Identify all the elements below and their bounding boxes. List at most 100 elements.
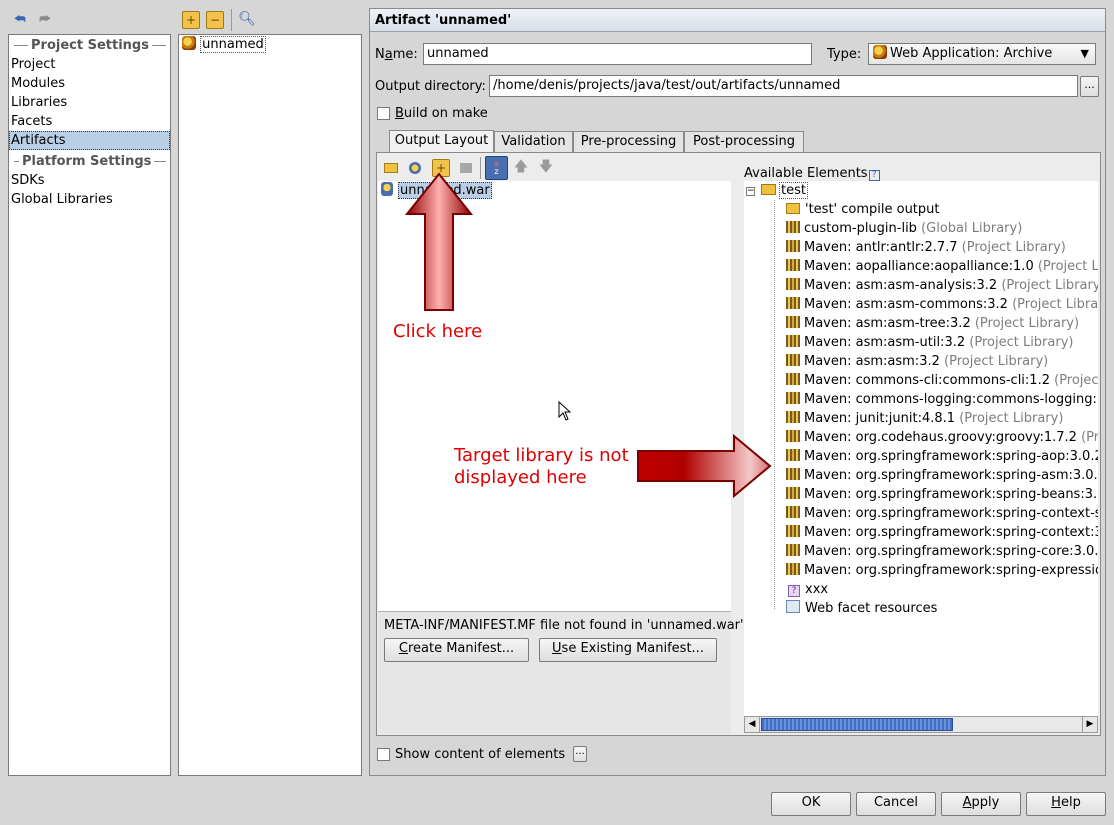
show-content-label[interactable]: Show content of elements xyxy=(395,747,565,763)
available-item[interactable]: Maven: asm:asm-analysis:3.2 (Project Lib… xyxy=(786,276,1098,295)
nav-item-facets[interactable]: Facets xyxy=(9,112,170,131)
nav-item-libraries[interactable]: Libraries xyxy=(9,93,170,112)
nav-item-global-libraries[interactable]: Global Libraries xyxy=(9,190,170,209)
available-item[interactable]: Maven: commons-cli:commons-cli:1.2 (Proj… xyxy=(786,371,1098,390)
available-item[interactable]: Maven: antlr:antlr:2.7.7 (Project Librar… xyxy=(786,238,1066,257)
new-folder-icon[interactable] xyxy=(382,159,400,177)
available-item[interactable]: Maven: org.codehaus.groovy:groovy:1.7.2 … xyxy=(786,428,1098,447)
add-icon[interactable]: + xyxy=(182,11,200,29)
remove-icon[interactable]: − xyxy=(206,11,224,29)
tab-output-layout[interactable]: Output Layout xyxy=(389,130,494,152)
name-label: Name: xyxy=(375,47,418,62)
library-icon xyxy=(786,316,800,328)
module-folder-icon xyxy=(761,184,776,195)
tab-validation[interactable]: Validation xyxy=(494,131,573,152)
chevron-down-icon: ▼ xyxy=(1080,47,1089,60)
library-icon xyxy=(786,430,800,442)
available-item[interactable]: Maven: org.springframework:spring-contex… xyxy=(786,523,1098,542)
click-here-annotation: Click here xyxy=(393,321,483,342)
nav-item-modules[interactable]: Modules xyxy=(9,74,170,93)
war-file-icon xyxy=(381,182,393,196)
available-item[interactable]: custom-plugin-lib (Global Library) xyxy=(786,219,1022,238)
library-icon xyxy=(786,487,800,499)
available-item[interactable]: Maven: commons-logging:commons-logging:1… xyxy=(786,390,1098,409)
tab-pre-processing[interactable]: Pre-processing xyxy=(573,131,684,152)
artifact-list-item-label: unnamed xyxy=(200,36,266,53)
available-elements-scrollbar[interactable]: ◀ ▶ xyxy=(744,716,1098,733)
available-item[interactable]: ? xxx xyxy=(788,580,828,599)
library-icon xyxy=(786,411,800,423)
library-icon xyxy=(786,354,800,366)
sort-alpha-icon[interactable]: az xyxy=(485,156,508,180)
library-icon xyxy=(786,240,800,252)
available-item[interactable]: Maven: aopalliance:aopalliance:1.0 (Proj… xyxy=(786,257,1098,276)
library-icon xyxy=(786,449,800,461)
output-dir-label: Output directory: xyxy=(375,79,486,94)
artifact-list-item[interactable]: unnamed xyxy=(182,36,266,54)
available-item[interactable]: Maven: asm:asm-commons:3.2 (Project Libr… xyxy=(786,295,1098,314)
library-icon xyxy=(786,373,800,385)
available-elements-label: Available Elements? xyxy=(744,166,880,182)
type-dropdown[interactable]: Web Application: Archive ▼ xyxy=(868,43,1096,65)
use-existing-manifest-button[interactable]: Use Existing Manifest... xyxy=(539,638,717,662)
tab-post-processing[interactable]: Post-processing xyxy=(684,131,804,152)
forward-arrow-icon[interactable]: ⮫ xyxy=(36,10,54,28)
apply-button[interactable]: Apply xyxy=(941,792,1021,816)
output-dir-browse-button[interactable]: ... xyxy=(1080,76,1099,97)
name-field[interactable]: unnamed xyxy=(423,43,812,65)
help-button[interactable]: Help xyxy=(1026,792,1106,816)
available-item[interactable]: Maven: asm:asm-util:3.2 (Project Library… xyxy=(786,333,1073,352)
search-icon[interactable]: 🔍︎ xyxy=(238,10,256,28)
tree-guide-line xyxy=(774,200,775,609)
library-icon xyxy=(786,335,800,347)
platform-settings-header: Platform Settings xyxy=(11,153,169,169)
move-down-icon: 🡇 xyxy=(538,159,554,175)
library-icon xyxy=(786,506,800,518)
nav-item-project[interactable]: Project xyxy=(9,55,170,74)
web-app-icon xyxy=(873,45,887,59)
library-icon xyxy=(786,468,800,480)
available-item[interactable]: Web facet resources xyxy=(786,599,937,618)
scrollbar-thumb[interactable] xyxy=(761,718,953,731)
compile-output-folder-icon xyxy=(786,203,800,214)
layout-toolbar-separator xyxy=(480,157,481,179)
available-item[interactable]: Maven: org.springframework:spring-core:3… xyxy=(786,542,1098,561)
help-icon[interactable]: ? xyxy=(868,170,880,181)
available-item[interactable]: Maven: asm:asm:3.2 (Project Library) xyxy=(786,352,1048,371)
nav-item-artifacts[interactable]: Artifacts xyxy=(9,131,170,150)
artifact-title: Artifact 'unnamed' xyxy=(375,13,512,28)
library-icon xyxy=(786,297,800,309)
build-on-make-label[interactable]: Build on make xyxy=(395,106,488,122)
available-item[interactable]: 'test' compile output xyxy=(786,200,940,219)
create-manifest-button[interactable]: Create Manifest... xyxy=(384,638,529,662)
scroll-left-icon[interactable]: ◀ xyxy=(745,717,760,732)
move-up-icon: 🡅 xyxy=(513,159,529,175)
artifacts-list-panel: unnamed xyxy=(178,34,362,776)
show-content-browse-button[interactable]: ... xyxy=(573,746,587,762)
library-icon xyxy=(786,544,800,556)
target-library-annotation-line1: Target library is not xyxy=(454,445,629,466)
available-item[interactable]: Maven: junit:junit:4.8.1 (Project Librar… xyxy=(786,409,1063,428)
web-facet-icon xyxy=(786,600,800,613)
available-item[interactable]: Maven: org.springframework:spring-expres… xyxy=(786,561,1098,580)
available-elements-tree[interactable]: − test 'test' compile output custom-plugi… xyxy=(744,181,1098,716)
available-item[interactable]: Maven: org.springframework:spring-aop:3.… xyxy=(786,447,1098,466)
collapse-icon[interactable]: − xyxy=(746,187,755,196)
available-item[interactable]: Maven: org.springframework:spring-beans:… xyxy=(786,485,1098,504)
available-item[interactable]: Maven: org.springframework:spring-asm:3.… xyxy=(786,466,1098,485)
available-item[interactable]: Maven: org.springframework:spring-contex… xyxy=(786,504,1098,523)
available-item[interactable]: Maven: asm:asm-tree:3.2 (Project Library… xyxy=(786,314,1079,333)
nav-item-sdks[interactable]: SDKs xyxy=(9,171,170,190)
tree-root-test[interactable]: − test xyxy=(746,181,808,200)
scroll-right-icon[interactable]: ▶ xyxy=(1082,717,1097,732)
project-settings-header: Project Settings xyxy=(11,37,169,53)
build-on-make-checkbox[interactable] xyxy=(377,107,390,120)
cancel-button[interactable]: Cancel xyxy=(856,792,936,816)
unknown-item-icon: ? xyxy=(788,585,800,597)
type-label: Type: xyxy=(827,47,862,62)
ok-button[interactable]: OK xyxy=(771,792,851,816)
back-arrow-icon[interactable]: ⮪ xyxy=(11,10,29,28)
output-dir-field[interactable]: /home/denis/projects/java/test/out/artif… xyxy=(489,75,1078,97)
library-icon xyxy=(786,278,800,290)
show-content-checkbox[interactable] xyxy=(377,748,390,761)
